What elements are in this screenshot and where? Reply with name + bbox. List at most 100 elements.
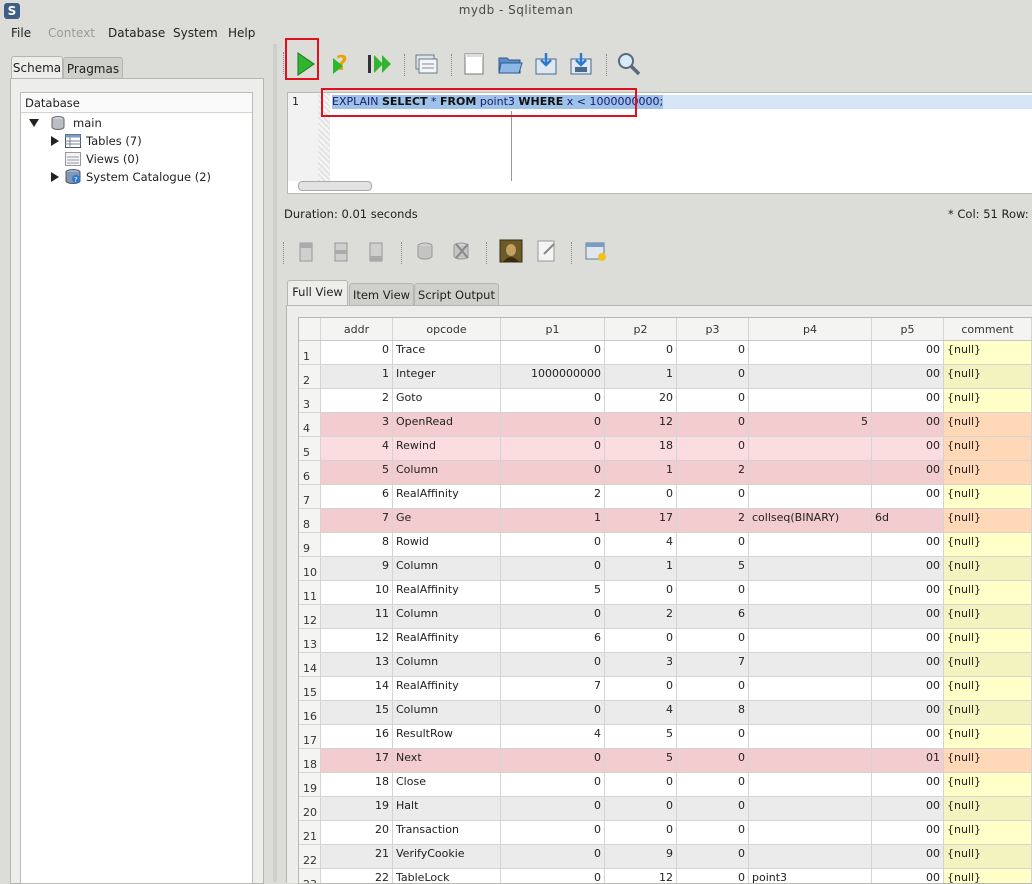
p2-cell[interactable]: 9 [605,845,677,869]
tab-script-output[interactable]: Script Output [414,283,499,306]
opcode-cell[interactable]: Halt [393,797,501,821]
panel-splitter[interactable] [273,44,277,882]
addr-cell[interactable]: 0 [321,341,393,365]
p2-cell[interactable]: 4 [605,701,677,725]
table-row[interactable]: 65Column01200{null} [299,461,1032,485]
p5-cell[interactable]: 00 [872,365,944,389]
p5-cell[interactable]: 00 [872,437,944,461]
tree-item-system-catalogue[interactable]: ? System Catalogue (2) [49,168,249,186]
p3-cell[interactable]: 2 [677,509,749,533]
p2-cell[interactable]: 12 [605,413,677,437]
p1-cell[interactable]: 0 [501,749,605,773]
image-icon[interactable] [499,239,523,263]
row-number-cell[interactable]: 20 [299,797,321,821]
p1-cell[interactable]: 0 [501,389,605,413]
table-row[interactable]: 43OpenRead0120500{null} [299,413,1032,437]
opcode-cell[interactable]: RealAffinity [393,581,501,605]
row-number-cell[interactable]: 21 [299,821,321,845]
row-number-cell[interactable]: 9 [299,533,321,557]
p5-cell[interactable]: 00 [872,461,944,485]
comment-cell[interactable]: {null} [944,581,1032,605]
p2-cell[interactable]: 0 [605,341,677,365]
p4-cell[interactable] [749,605,872,629]
addr-cell[interactable]: 8 [321,533,393,557]
row-number-cell[interactable]: 22 [299,845,321,869]
addr-cell[interactable]: 11 [321,605,393,629]
opcode-cell[interactable]: RealAffinity [393,485,501,509]
p4-cell[interactable] [749,845,872,869]
p1-cell[interactable]: 0 [501,341,605,365]
history-button[interactable] [413,51,439,77]
p3-cell[interactable]: 0 [677,821,749,845]
table-row[interactable]: 1716ResultRow45000{null} [299,725,1032,749]
opcode-cell[interactable]: Column [393,461,501,485]
p1-cell[interactable]: 0 [501,413,605,437]
opcode-cell[interactable]: ResultRow [393,725,501,749]
table-row[interactable]: 32Goto020000{null} [299,389,1032,413]
p4-cell[interactable] [749,749,872,773]
column-header[interactable]: addr [321,318,393,341]
p4-cell[interactable] [749,389,872,413]
comment-cell[interactable]: {null} [944,461,1032,485]
p5-cell[interactable]: 6d [872,509,944,533]
row-number-cell[interactable]: 2 [299,365,321,389]
p2-cell[interactable]: 4 [605,533,677,557]
add-row-icon[interactable] [330,240,352,264]
p4-cell[interactable]: 5 [749,413,872,437]
commit-icon[interactable] [415,240,437,264]
p2-cell[interactable]: 3 [605,653,677,677]
table-row[interactable]: 2221VerifyCookie09000{null} [299,845,1032,869]
comment-cell[interactable]: {null} [944,773,1032,797]
addr-cell[interactable]: 2 [321,389,393,413]
opcode-cell[interactable]: Column [393,653,501,677]
p1-cell[interactable]: 0 [501,821,605,845]
comment-cell[interactable]: {null} [944,437,1032,461]
menu-database[interactable]: Database [108,26,165,40]
row-number-cell[interactable]: 1 [299,341,321,365]
database-tree[interactable]: Database main Tables (7) Views (0) ? [20,92,253,884]
row-number-cell[interactable]: 12 [299,605,321,629]
p5-cell[interactable]: 00 [872,413,944,437]
tab-item-view[interactable]: Item View [349,283,414,306]
table-row[interactable]: 109Column01500{null} [299,557,1032,581]
p5-cell[interactable]: 00 [872,677,944,701]
p3-cell[interactable]: 0 [677,677,749,701]
p5-cell[interactable]: 00 [872,485,944,509]
table-row[interactable]: 2120Transaction00000{null} [299,821,1032,845]
menu-file[interactable]: File [11,26,31,40]
comment-cell[interactable]: {null} [944,365,1032,389]
row-number-cell[interactable]: 16 [299,701,321,725]
p1-cell[interactable]: 5 [501,581,605,605]
opcode-cell[interactable]: Rewind [393,437,501,461]
addr-cell[interactable]: 10 [321,581,393,605]
p5-cell[interactable]: 00 [872,341,944,365]
table-row[interactable]: 98Rowid04000{null} [299,533,1032,557]
p4-cell[interactable] [749,725,872,749]
table-row[interactable]: 1918Close00000{null} [299,773,1032,797]
p2-cell[interactable]: 18 [605,437,677,461]
p3-cell[interactable]: 0 [677,389,749,413]
comment-cell[interactable]: {null} [944,701,1032,725]
opcode-cell[interactable]: Integer [393,365,501,389]
comment-cell[interactable]: {null} [944,749,1032,773]
comment-cell[interactable]: {null} [944,509,1032,533]
expand-arrow-icon[interactable] [51,172,59,182]
tab-pragmas[interactable]: Pragmas [63,57,123,80]
p4-cell[interactable] [749,341,872,365]
p1-cell[interactable]: 0 [501,773,605,797]
addr-cell[interactable]: 17 [321,749,393,773]
addr-cell[interactable]: 21 [321,845,393,869]
p2-cell[interactable]: 20 [605,389,677,413]
row-number-cell[interactable]: 18 [299,749,321,773]
p4-cell[interactable] [749,797,872,821]
column-header[interactable]: p2 [605,318,677,341]
p5-cell[interactable]: 00 [872,701,944,725]
comment-cell[interactable]: {null} [944,629,1032,653]
table-row[interactable]: 1817Next05001{null} [299,749,1032,773]
p5-cell[interactable]: 00 [872,797,944,821]
comment-cell[interactable]: {null} [944,389,1032,413]
p5-cell[interactable]: 00 [872,581,944,605]
table-row[interactable]: 1615Column04800{null} [299,701,1032,725]
p5-cell[interactable]: 00 [872,605,944,629]
table-row[interactable]: 2019Halt00000{null} [299,797,1032,821]
